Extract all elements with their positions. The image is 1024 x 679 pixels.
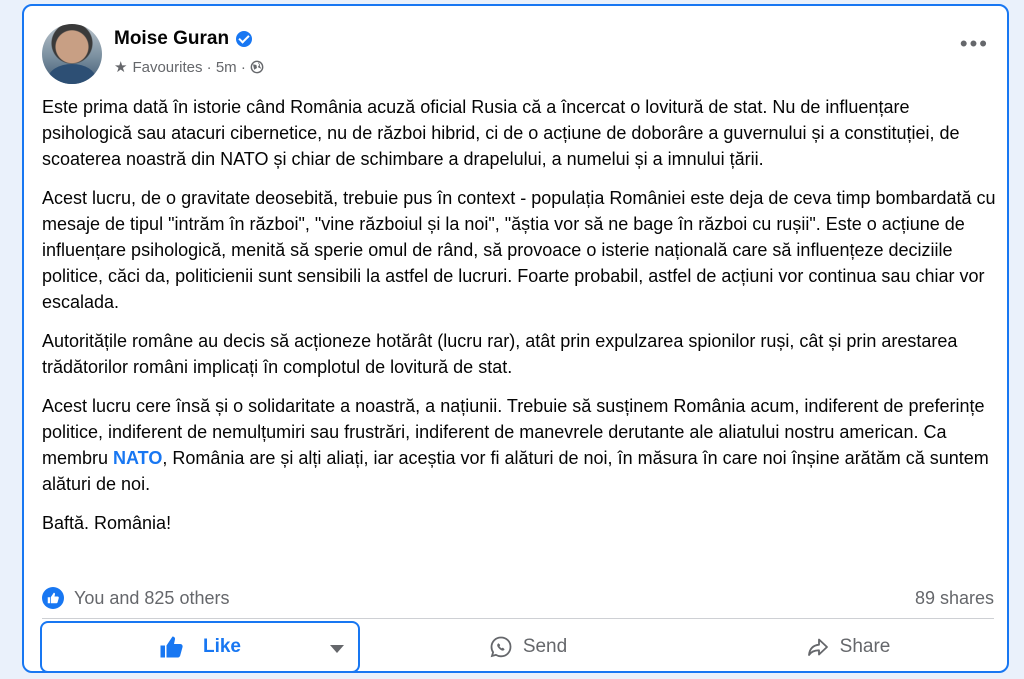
post-meta: ★ Favourites · 5m · — [114, 58, 264, 76]
star-icon: ★ — [114, 59, 128, 76]
globe-icon — [250, 60, 264, 74]
divider — [42, 618, 994, 619]
avatar-shoulders — [48, 64, 96, 84]
post-paragraph: Autoritățile române au decis să acționez… — [42, 331, 958, 377]
post-paragraph: Este prima dată în istorie când România … — [42, 97, 960, 169]
nato-link[interactable]: NATO — [113, 448, 162, 468]
send-button[interactable]: Send — [378, 621, 678, 673]
share-label: Share — [839, 636, 891, 657]
paragraph-text: , România are și alți aliați, iar acești… — [42, 448, 989, 494]
post-card: Moise Guran ★ Favourites · 5m · ••• Este… — [22, 4, 1009, 673]
messenger-icon — [490, 636, 512, 658]
post-body: Este prima dată în istorie când România … — [42, 94, 997, 549]
audience-label[interactable]: Favourites — [132, 59, 202, 76]
share-button[interactable]: Share — [698, 621, 998, 673]
reactions-bar: You and 825 others 89 shares — [42, 583, 994, 613]
post-time[interactable]: 5m — [216, 59, 237, 76]
shares-count[interactable]: 89 shares — [915, 588, 994, 609]
more-options-icon[interactable]: ••• — [960, 33, 989, 55]
author-name[interactable]: Moise Guran — [114, 28, 229, 50]
meta-separator: · — [202, 58, 216, 76]
verified-badge-icon — [236, 31, 253, 47]
share-arrow-icon — [807, 638, 828, 656]
thumbs-up-icon — [160, 636, 183, 658]
action-bar: Like Send Share — [38, 621, 998, 673]
post-paragraph: Baftă. România! — [42, 513, 172, 533]
meta-separator: · — [236, 58, 246, 76]
like-reaction-icon — [42, 587, 64, 609]
reactions-count[interactable]: You and 825 others — [74, 588, 229, 609]
post-paragraph: Acest lucru, de o gravitate deosebită, t… — [42, 188, 996, 312]
author-line: Moise Guran — [114, 28, 253, 50]
post-paragraph: Acest lucru cere însă și o solidaritate … — [42, 393, 997, 497]
like-label: Like — [202, 636, 242, 657]
avatar[interactable] — [42, 24, 102, 84]
reaction-dropdown-icon[interactable] — [330, 645, 344, 653]
like-button[interactable]: Like — [40, 621, 360, 673]
send-label: Send — [522, 636, 568, 657]
